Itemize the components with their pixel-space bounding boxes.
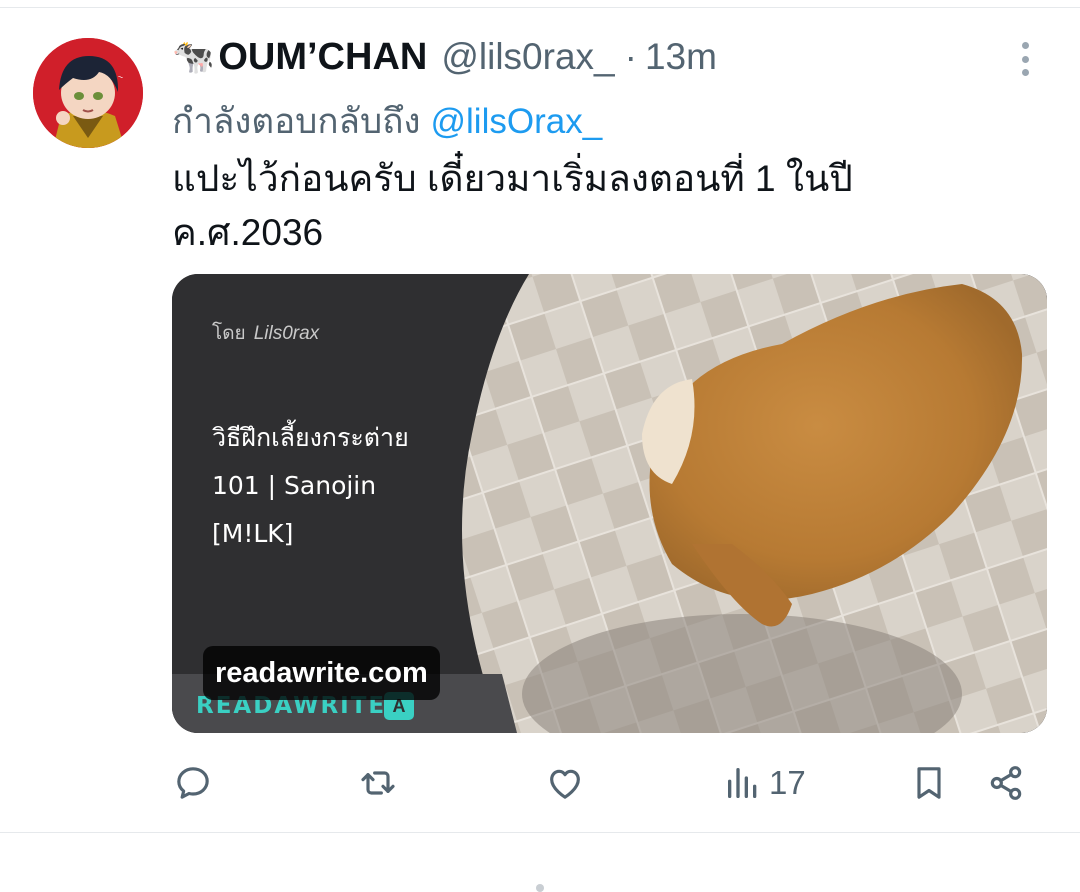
cow-emoji: 🐄: [172, 37, 215, 77]
tweet-text: แปะไว้ก่อนครับ เดี๋ยวมาเริ่มลงตอนที่ 1 ใ…: [172, 158, 853, 253]
card-author: โดย Lils0rax: [212, 323, 320, 344]
more-icon: [1021, 42, 1029, 49]
share-icon: [990, 766, 1022, 800]
tweet-actions: 17: [0, 750, 1080, 816]
retweet-button[interactable]: [358, 750, 398, 816]
share-button[interactable]: [986, 750, 1026, 816]
display-name[interactable]: OUM’CHAN: [218, 36, 427, 79]
card-author-name: Lils0rax: [253, 323, 320, 344]
next-item-indicator: [536, 884, 544, 892]
heart-icon: [550, 769, 580, 799]
user-handle[interactable]: @lils0rax_: [441, 36, 614, 78]
tweet-header: 🐄 OUM’CHAN @lils0rax_ · 13m: [172, 34, 717, 80]
card-domain-label[interactable]: readawrite.com: [203, 646, 440, 700]
reply-icon: [177, 767, 209, 799]
top-divider: [0, 7, 1080, 8]
bottom-divider: [0, 832, 1080, 833]
bookmark-button[interactable]: [909, 750, 949, 816]
timestamp[interactable]: 13m: [645, 36, 717, 78]
avatar[interactable]: ~: [33, 38, 143, 148]
reply-mention-link[interactable]: @lilsOrax_: [431, 102, 603, 141]
link-card[interactable]: โดย Lils0rax วิธีฝึกเลี้ยงกระต่าย 101 | S…: [172, 274, 1047, 733]
card-title: วิธีฝึกเลี้ยงกระต่าย 101 | Sanojin [M!LK…: [212, 423, 409, 548]
views-count: 17: [769, 764, 806, 801]
reply-prefix: กำลังตอบกลับถึง: [172, 102, 421, 141]
views-icon: [728, 768, 757, 798]
views-button[interactable]: 17: [723, 750, 806, 816]
more-options-button[interactable]: [1010, 38, 1040, 80]
reply-button[interactable]: [173, 750, 213, 816]
retweet-icon: [361, 771, 395, 795]
like-button[interactable]: [545, 750, 585, 816]
reply-context: กำลังตอบกลับถึง @lilsOrax_: [172, 94, 602, 149]
bookmark-icon: [917, 767, 941, 799]
separator-dot: ·: [624, 36, 637, 77]
